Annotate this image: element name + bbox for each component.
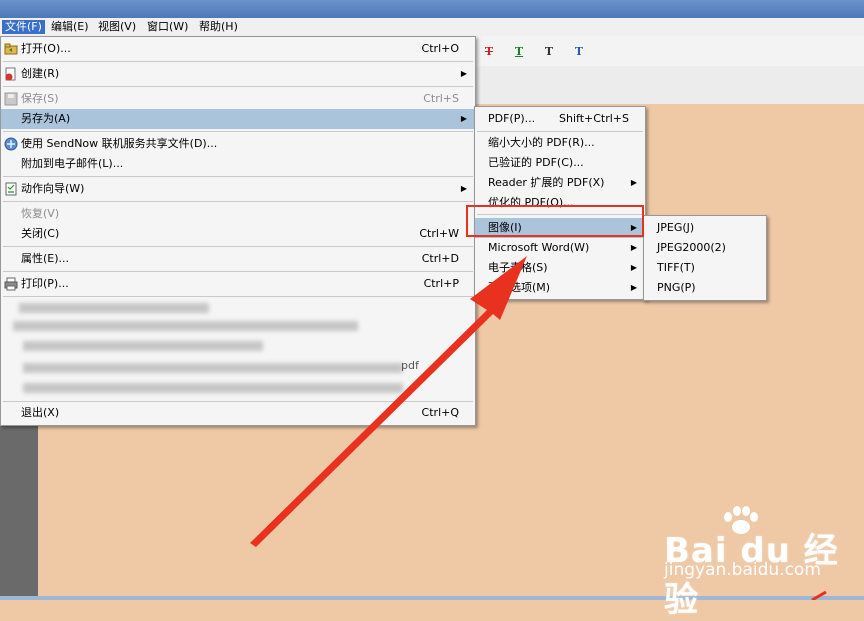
baidu-jingyan-watermark: Bai du 经验 jingyan.baidu.com: [664, 505, 854, 620]
watermark-url: jingyan.baidu.com: [664, 560, 821, 580]
annotation-arrow-icon: [250, 256, 527, 547]
highlight-box: [466, 205, 644, 237]
